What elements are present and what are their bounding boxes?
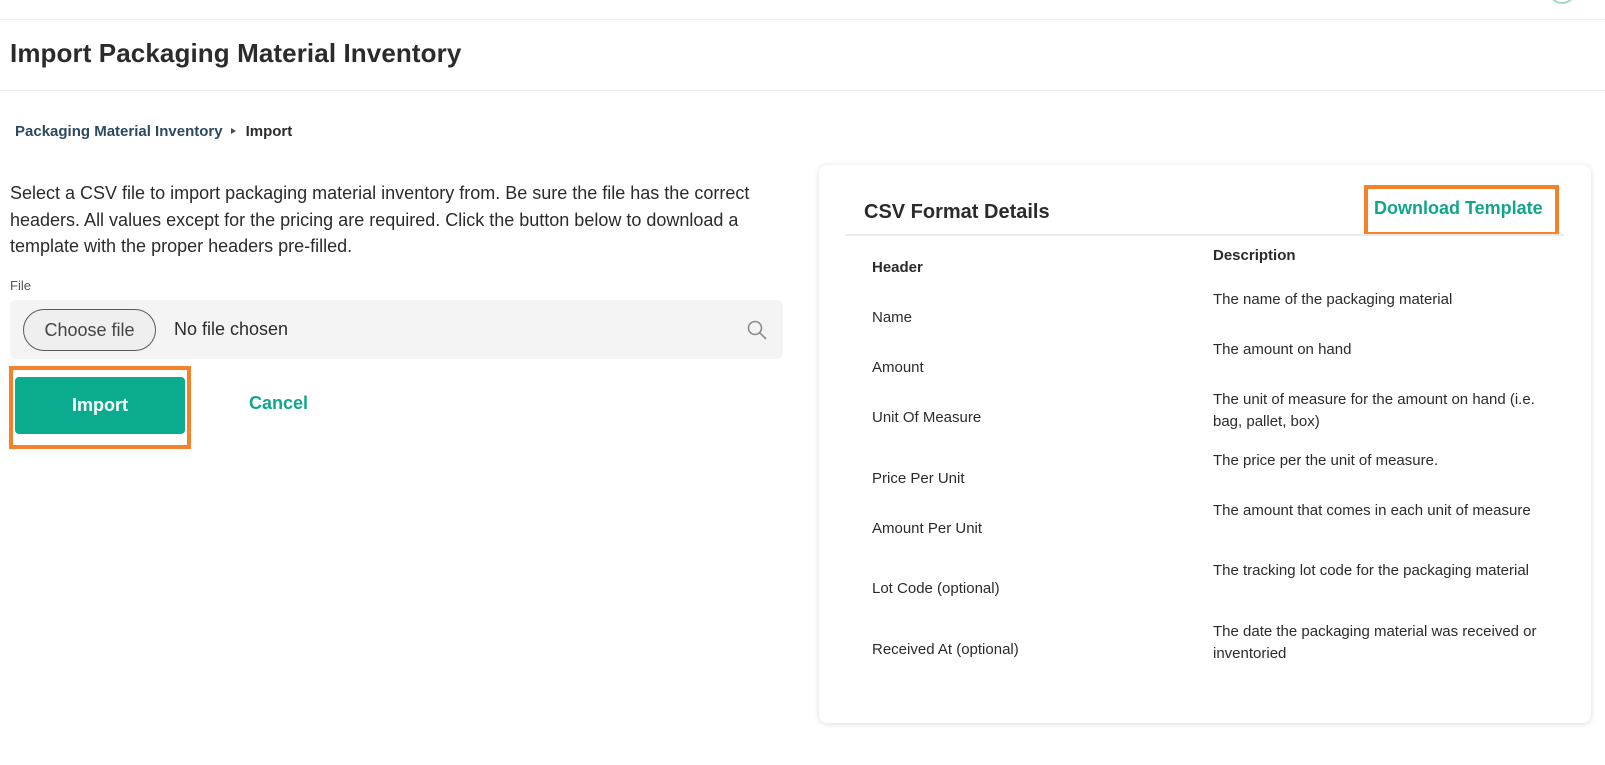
- download-template-link[interactable]: Download Template: [1374, 198, 1543, 219]
- breadcrumb: Packaging Material Inventory Import: [15, 121, 292, 141]
- page-title: Import Packaging Material Inventory: [10, 38, 462, 68]
- import-button[interactable]: Import: [15, 377, 185, 434]
- column-header-header: Header: [872, 259, 923, 276]
- choose-file-button[interactable]: Choose file: [23, 309, 156, 351]
- csv-format-title: CSV Format Details: [864, 201, 1050, 223]
- caret-right-icon: [230, 128, 236, 134]
- table-row-header: Lot Code (optional): [872, 580, 1000, 597]
- avatar[interactable]: [1548, 0, 1576, 4]
- page-header: Import Packaging Material Inventory: [0, 20, 1605, 91]
- import-instructions: Select a CSV file to import packaging ma…: [10, 183, 750, 256]
- csv-format-card: CSV Format Details Download Template Hea…: [819, 165, 1591, 723]
- breadcrumb-link-packaging-material-inventory[interactable]: Packaging Material Inventory: [15, 123, 223, 140]
- top-bar: [0, 0, 1605, 20]
- table-row-header: Amount Per Unit: [872, 520, 983, 537]
- table-row-description: The price per the unit of measure.: [1213, 452, 1439, 469]
- search-icon[interactable]: [746, 319, 768, 341]
- table-row-header: Unit Of Measure: [872, 409, 982, 426]
- table-row-description: The date the packaging material was rece…: [1213, 623, 1537, 662]
- table-row-description: The amount that comes in each unit of me…: [1213, 502, 1531, 519]
- file-input[interactable]: Choose file No file chosen: [10, 300, 783, 359]
- table-row-description: The unit of measure for the amount on ha…: [1213, 391, 1535, 430]
- cancel-button[interactable]: Cancel: [249, 393, 308, 414]
- table-row-header: Price Per Unit: [872, 470, 965, 487]
- column-header-description: Description: [1213, 247, 1296, 264]
- table-row-header: Amount: [872, 359, 924, 376]
- breadcrumb-current: Import: [245, 122, 293, 140]
- divider: [846, 234, 1564, 236]
- table-row-description: The amount on hand: [1213, 341, 1352, 358]
- table-row-description: The tracking lot code for the packaging …: [1213, 562, 1530, 579]
- file-status-text: No file chosen: [174, 319, 289, 339]
- table-row-header: Received At (optional): [872, 641, 1019, 658]
- table-row-description: The name of the packaging material: [1213, 291, 1453, 308]
- table-row-header: Name: [872, 309, 913, 326]
- file-label: File: [10, 278, 31, 293]
